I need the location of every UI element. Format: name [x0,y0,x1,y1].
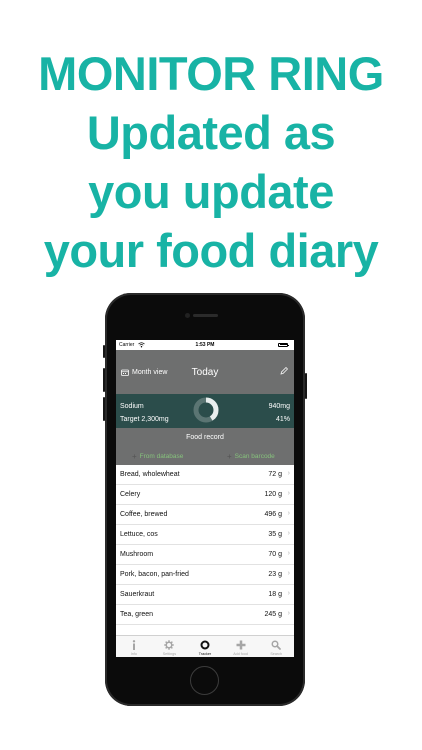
monitor-ring [193,397,219,423]
status-bar: Carrier 1:53 PM [116,340,294,350]
tab-bar: Info Settings Tracker Add food Search [116,635,294,657]
food-name: Tea, green [120,611,154,618]
food-name: Lettuce, cos [120,531,158,538]
monitor-ring-row[interactable]: Sodium Target 2,300mg 940mg 41% [116,394,294,428]
ring-icon [200,640,210,649]
nutrient-target: Target 2,300mg [120,416,169,423]
scan-barcode-button[interactable]: + Scan barcode [227,451,275,461]
app-screen: Carrier 1:53 PM Month view Today Sodium … [116,340,294,657]
food-quantity: 70 g [268,551,282,558]
earpiece-speaker [193,314,218,317]
headline-line-4: your food diary [43,224,379,277]
from-database-label: From database [139,453,184,460]
search-icon [271,640,282,650]
tab-label: Tracker [198,652,212,656]
tab-search[interactable]: Search [258,636,294,657]
food-name: Coffee, brewed [120,511,168,518]
food-quantity: 35 g [268,531,282,538]
chevron-right-icon: › [287,490,290,497]
tab-label: Settings [162,652,177,656]
tab-info[interactable]: Info [116,636,152,657]
food-name: Mushroom [120,551,154,558]
tab-label: Info [130,652,137,656]
food-name: Sauerkraut [120,591,155,598]
chevron-right-icon: › [287,470,290,477]
list-item[interactable]: Bread, wholewheat 72 g › [116,465,294,485]
chevron-right-icon: › [287,510,290,517]
list-item[interactable]: Tea, green 245 g › [116,605,294,625]
chevron-right-icon: › [287,530,290,537]
food-list: Bread, wholewheat 72 g › Celery 120 g › … [116,465,294,625]
mute-switch [103,345,105,358]
volume-up-button [103,368,105,392]
plus-icon: + [132,451,137,461]
chevron-right-icon: › [287,590,290,597]
nutrient-amount: 940mg [268,403,290,410]
page-title: Today [191,367,219,378]
chevron-right-icon: › [287,550,290,557]
food-name: Bread, wholewheat [120,471,180,478]
tab-settings[interactable]: Settings [152,636,188,657]
tab-tracker[interactable]: Tracker [187,636,223,657]
promo-headline: MONITOR RING Updated as you update your … [0,44,422,280]
food-name: Celery [120,491,141,498]
food-record-title: Food record [186,434,224,441]
list-item[interactable]: Coffee, brewed 496 g › [116,505,294,525]
power-button [305,373,307,399]
list-item[interactable]: Pork, bacon, pan-fried 23 g › [116,565,294,585]
home-button[interactable] [190,666,219,695]
info-icon [132,639,135,650]
navigation-bar: Month view Today [116,350,294,394]
nutrient-percent: 41% [275,416,290,423]
chevron-right-icon: › [287,570,290,577]
food-name: Pork, bacon, pan-fried [120,571,189,578]
food-quantity: 120 g [264,491,282,498]
plus-icon: + [227,451,232,461]
headline-line-3: you update [88,165,334,218]
list-item[interactable]: Celery 120 g › [116,485,294,505]
scan-barcode-label: Scan barcode [234,453,275,460]
food-quantity: 245 g [264,611,282,618]
chevron-right-icon: › [287,610,290,617]
phone-frame: Carrier 1:53 PM Month view Today Sodium … [103,293,307,706]
food-quantity: 18 g [268,591,282,598]
list-item[interactable]: Lettuce, cos 35 g › [116,525,294,545]
tab-add-food[interactable]: Add food [223,636,259,657]
food-quantity: 23 g [268,571,282,578]
headline-line-2: Updated as [86,106,336,159]
food-record-header: Food record + From database + Scan barco… [116,428,294,465]
food-quantity: 496 g [264,511,282,518]
list-item[interactable]: Mushroom 70 g › [116,545,294,565]
front-camera [185,313,190,318]
battery-icon [278,342,289,347]
from-database-button[interactable]: + From database [132,451,184,461]
gear-icon [164,639,175,650]
volume-down-button [103,397,105,421]
nutrient-name: Sodium [120,403,144,410]
status-time: 1:53 PM [195,342,215,348]
food-quantity: 72 g [268,471,282,478]
pencil-icon[interactable] [280,367,288,375]
headline-line-1: MONITOR RING [38,47,384,100]
tab-label: Add food [233,652,248,656]
tab-label: Search [270,652,283,656]
list-item[interactable]: Sauerkraut 18 g › [116,585,294,605]
plus-icon [236,640,246,649]
